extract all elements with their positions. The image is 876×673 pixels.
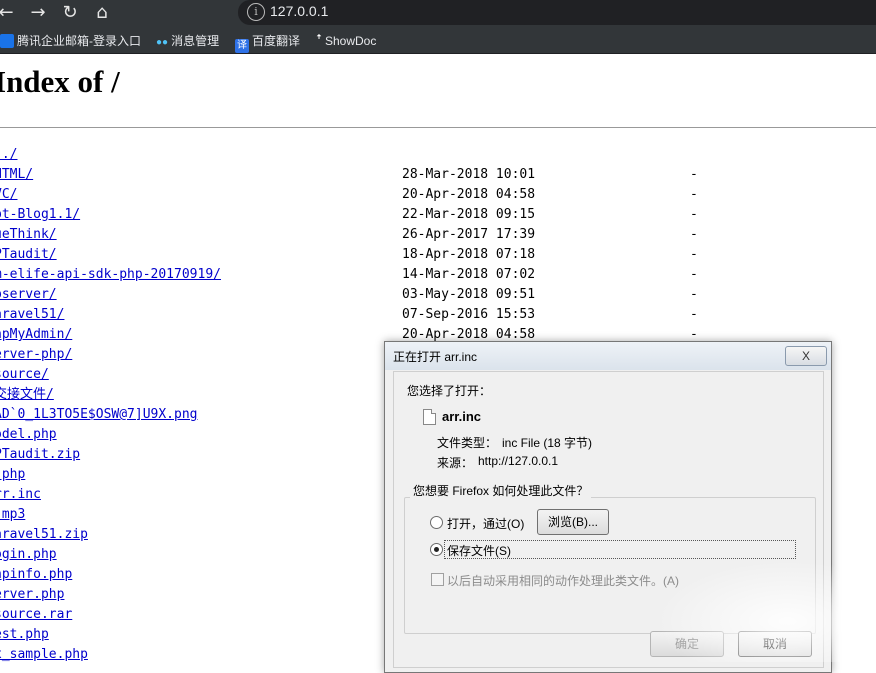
ok-button[interactable]: 确定 [650,631,724,657]
address-bar[interactable]: i 127.0.0.1 [238,0,876,25]
file-date: 18-Apr-2018 07:18 [402,247,536,262]
divider [0,127,876,128]
file-link[interactable]: rr.inc [0,485,41,505]
forward-icon[interactable]: → [26,2,50,24]
remember-label[interactable]: 以后自动采用相同的动作处理此类文件。(A) [447,572,679,589]
file-link[interactable]: ueThink/ [0,225,57,245]
remember-checkbox[interactable] [431,573,444,586]
bookmark-baidu-translate[interactable]: 译百度翻译 [235,32,300,53]
file-size: - [690,247,698,262]
file-date: 03-May-2018 09:51 [402,287,536,302]
save-file-label[interactable]: 保存文件(S) [447,542,511,559]
bookmarks-bar: 腾讯企业邮箱-登录入口 ●● 消息管理 译百度翻译 ꜛ ShowDoc [0,28,876,54]
file-link[interactable]: aravel51.zip [0,525,88,545]
save-file-radio[interactable] [430,543,443,556]
file-link[interactable]: aravel51/ [0,305,64,325]
file-date: 07-Sep-2016 15:53 [402,307,536,322]
file-date: 14-Mar-2018 07:02 [402,267,536,282]
file-link[interactable]: PTaudit.zip [0,445,80,465]
page-title: Index of / [0,64,120,99]
file-size: - [690,207,698,222]
file-link[interactable]: est.php [0,625,49,645]
home-icon[interactable]: ⌂ [90,2,114,24]
file-link[interactable]: erver.php [0,585,64,605]
file-link[interactable]: odel.php [0,425,57,445]
file-link[interactable]: AD`0_1L3TO5E$OSW@7]U9X.png [0,405,198,425]
file-size: - [690,267,698,282]
dialog-body: 您选择了打开： arr.inc 文件类型： inc File (18 字节) 来… [393,371,824,668]
bookmark-tencent-mail[interactable]: 腾讯企业邮箱-登录入口 [0,32,141,50]
file-link[interactable]: ogin.php [0,545,57,565]
file-link[interactable]: m-elife-api-sdk-php-20170919/ [0,265,221,285]
dialog-title: 正在打开 arr.inc [393,350,478,364]
site-info-icon[interactable]: i [247,3,265,21]
file-size: - [690,307,698,322]
filetype-label: 文件类型： [437,436,498,450]
file-link[interactable]: HTML/ [0,165,33,185]
cancel-button[interactable]: 取消 [738,631,812,657]
file-link[interactable]: hpMyAdmin/ [0,325,72,345]
file-link[interactable]: source.rar [0,605,72,625]
file-link[interactable]: erver-php/ [0,345,72,365]
dialog-titlebar[interactable]: 正在打开 arr.inc X [385,342,831,370]
filetype-value: inc File (18 字节) [502,436,593,450]
file-link[interactable]: ../ [0,145,17,165]
file-link[interactable]: pt-Blog1.1/ [0,205,80,225]
file-link[interactable]: hpinfo.php [0,565,72,585]
file-size: - [690,227,698,242]
file-link[interactable]: VC/ [0,185,17,205]
file-link[interactable]: pserver/ [0,285,57,305]
open-with-radio[interactable] [430,516,443,529]
browse-button[interactable]: 浏览(B)... [537,509,609,535]
bookmark-showdoc[interactable]: ꜛ ShowDoc [316,32,376,50]
source-value: http://127.0.0.1 [478,454,559,468]
file-size: - [690,187,698,202]
dialog-intro: 您选择了打开： [407,384,492,398]
file-date: 22-Mar-2018 09:15 [402,207,536,222]
tencent-mail-icon [0,34,14,48]
open-with-label[interactable]: 打开，通过(O) [447,515,524,532]
browser-toolbar: ← → ↻ ⌂ i 127.0.0.1 [0,0,876,28]
file-date: 20-Apr-2018 04:58 [402,187,536,202]
baidu-translate-icon: 译 [235,39,249,53]
file-icon [423,409,436,425]
dots-icon: ●● [156,37,169,48]
file-date: 26-Apr-2017 17:39 [402,227,536,242]
showdoc-icon: ꜛ [316,34,322,48]
action-question: 您想要 Firefox 如何处理此文件？ [410,482,592,499]
file-link[interactable]: source/ [0,365,49,385]
file-link[interactable]: PTaudit/ [0,245,57,265]
source-label: 来源： [437,456,474,470]
file-link[interactable]: 交接文件/ [0,385,54,405]
file-link[interactable]: .mp3 [0,505,25,525]
bookmark-message-manage[interactable]: ●● 消息管理 [156,32,219,50]
file-size: - [690,287,698,302]
close-button[interactable]: X [785,346,827,366]
back-icon[interactable]: ← [0,2,18,24]
file-link[interactable]: x_sample.php [0,645,88,665]
file-link[interactable]: .php [0,465,25,485]
file-date: 28-Mar-2018 10:01 [402,167,536,182]
reload-icon[interactable]: ↻ [58,2,82,24]
file-size: - [690,167,698,182]
url-text[interactable]: 127.0.0.1 [270,3,328,19]
dialog-filename: arr.inc [442,409,482,424]
open-file-dialog: 正在打开 arr.inc X 您选择了打开： arr.inc 文件类型： inc… [384,341,832,673]
